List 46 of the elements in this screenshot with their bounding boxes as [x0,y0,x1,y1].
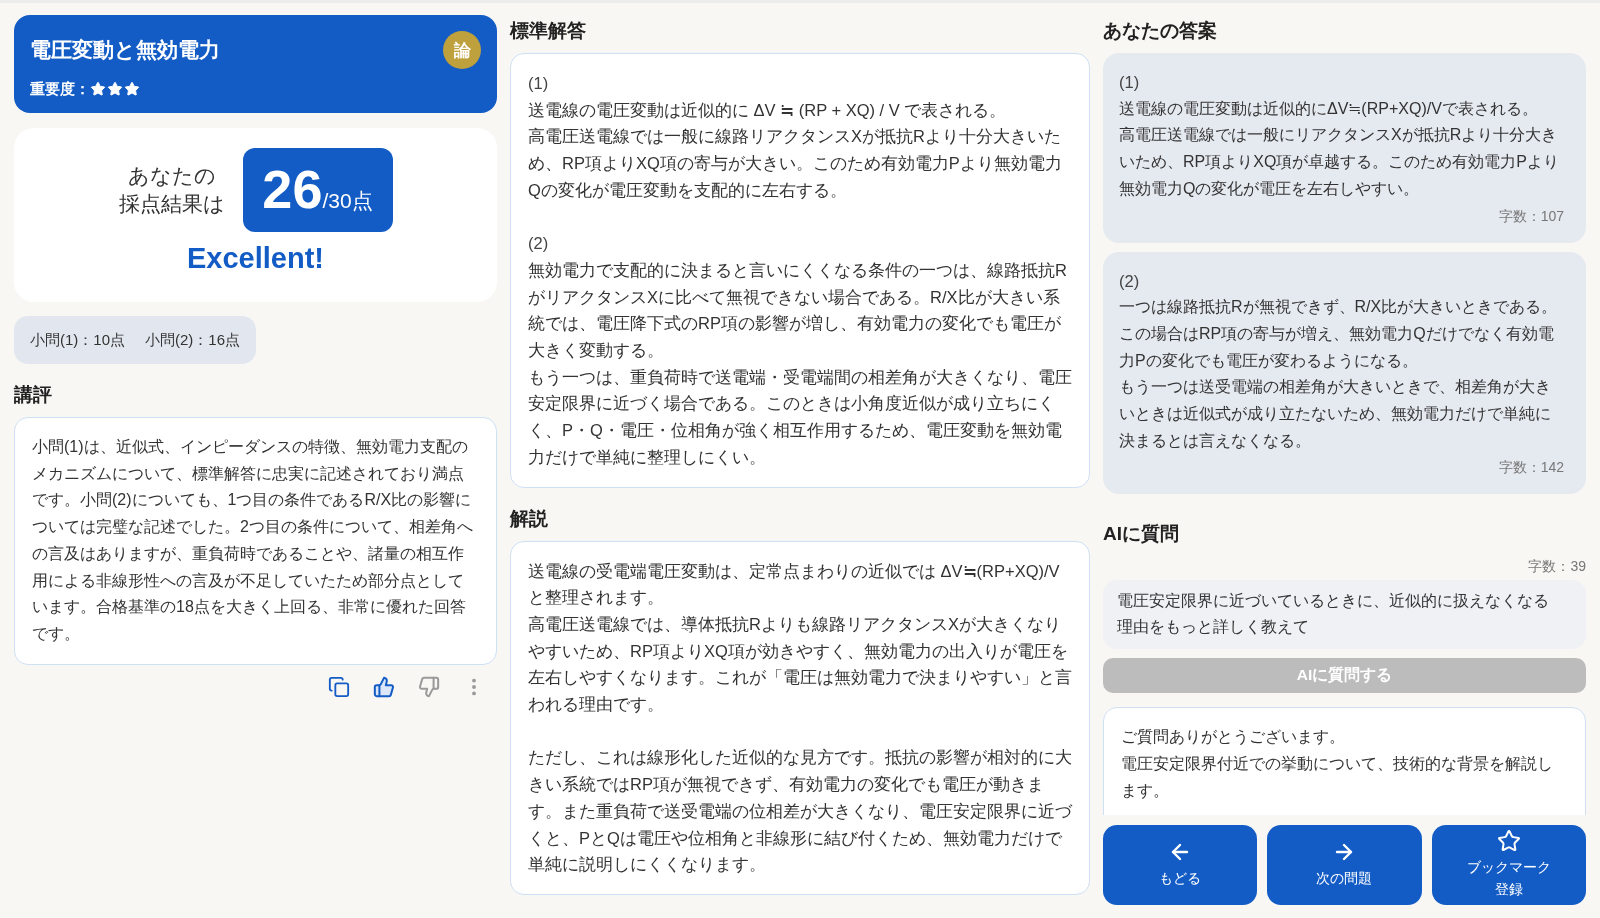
response-text: 電圧安定限界付近での挙動について、技術的な背景を解説します。 [1121,754,1554,801]
answer-text: 送電線の電圧変動は近似的にΔV≒(RP+XQ)/Vで表される。 [1119,98,1539,119]
part-label: (1) [1119,72,1141,93]
star-icon [124,81,140,97]
char-count: 字数：39 [1527,557,1586,577]
problem-title: 電圧変動と無効電力 [30,37,220,63]
star-icon [107,81,123,97]
answer-text: 送電線の電圧変動は近似的に ΔV ≒ (RP + XQ) / V で表される。 [528,99,1008,121]
sub-score-text: 小問(2)：16点 [145,330,241,350]
answer-text: もう一つは送受電端の相差角が大きいときで、相差角が大きいときは近似式が成り立たないため、無効電力だけで単純に決まるとは言えなくなる。 [1119,377,1552,451]
answer-text: 高電圧送電線では一般に線路リアクタンスXが抵抗Rより十分大きいため、RP項よりXQ項の寄与が大きい。このため有効電力Pより無効電力Qの変化が電圧変動を支配的に左右する。 [528,126,1063,201]
thumbs-up-icon[interactable] [373,675,395,698]
star-icon [90,81,106,97]
verdict-text: Excellent! [187,241,324,276]
question-field[interactable]: 電圧安定限界に近づいているときに、近似的に扱えなくなる理由をもっと詳しく教えて [1103,580,1586,650]
char-count: 字数：142 [1497,458,1564,478]
char-count: 字数：107 [1497,206,1564,226]
section-heading: 標準解答 [510,19,587,43]
explanation-text: 送電線の受電端電圧変動は、定常点まわりの近似では ΔV≒(RP+XQ)/V と整理されます。 [528,560,1061,609]
score-max: /30点 [322,189,373,214]
score-value: 26 [262,158,323,221]
bookmark-button[interactable]: ブックマーク登録 [1431,825,1586,905]
part-label: (2) [528,233,550,255]
category-badge: 論 [443,31,481,69]
section-heading: 解説 [510,506,549,531]
back-button[interactable]: もどる [1103,825,1258,905]
section-heading: 講評 [14,383,53,407]
part-label: (1) [528,73,550,94]
answer-text: 一つは線路抵抗Rが無視できず、R/X比が大きいときである。この場合はRP項の寄与が増え、無効電力Qだけでなく有効電力Pの変化でも電圧が変わるようになる。 [1119,297,1559,371]
explanation-text: 高電圧送電線では、導体抵抗Rよりも線路リアクタンスXが大きくなりやすいため、RP項よりXQ項が効きやすく、無効電力の出入りが電圧を左右しやすくなります。これが「電圧は無効電力で決まりやすい」と言われる理由です。 [528,613,1072,716]
explanation-text: ただし、これは線形化した近似的な見方です。抵抗の影響が相対的に大きい系統ではRP項が無視できず、有効電力の変化でも電圧が動きます。また重負荷で送受電端の位相差が大きくなり、電圧安定限界に近づくと、PとQは電圧や位相角と非線形に結び付くため、無効電力だけで単純に説明しにくくなります。 [528,747,1072,876]
next-button[interactable]: 次の問題 [1267,825,1422,905]
review-text: 小問(1)は、近似式、インピーダンスの特徴、無効電力支配のメカニズムについて、標準解答に忠実に記述されており満点です。小問(2)についても、1つ目の条件であるR/X比の影響については完璧な記述でした。2つ目の条件について、相差角への言及はありますが、重負荷時であることや、諸量の相互作用による非線形性への言及が不足していたため部分点としています。合格基準の18点を大きく上回る、非常に優れた回答です。 [32,437,474,644]
answer-text: もう一つは、重負荷時で送電端・受電端間の相差角が大きくなり、電圧安定限界に近づく場合である。このときは小角度近似が成り立ちにくく、P・Q・電圧・位相角が強く相互作用するため、電圧変動を無効電力だけで単純に整理しにくい。 [528,366,1072,468]
part-label: (2) [1119,270,1141,292]
importance-label: 重要度： [30,79,90,99]
section-heading: あなたの答案 [1103,19,1218,43]
section-heading: AIに質問 [1103,522,1180,547]
answer-text: 無効電力で支配的に決まると言いにくくなる条件の一つは、線路抵抗RがリアクタンスXに比べて無視できない場合である。R/X比が大きい系統では、電圧降下式のRP項の影響が増し、有効電力の変化でも電圧が大きく変動する。 [528,259,1068,361]
score-intro-text: あなたの [127,163,216,189]
response-text: ご質問ありがとうございます。 [1121,727,1346,748]
sub-score-text: 小問(1)：10点 [30,330,126,350]
answer-text: 高電圧送電線では一般にリアクタンスXが抵抗Rより十分大きいため、RP項よりXQ項が卓越する。このため有効電力Pより無効電力Qの変化が電圧を左右しやすい。 [1119,125,1560,199]
score-intro-text: 採点結果は [118,191,225,217]
copy-icon[interactable] [328,675,350,698]
thumbs-down-icon[interactable] [418,675,440,698]
